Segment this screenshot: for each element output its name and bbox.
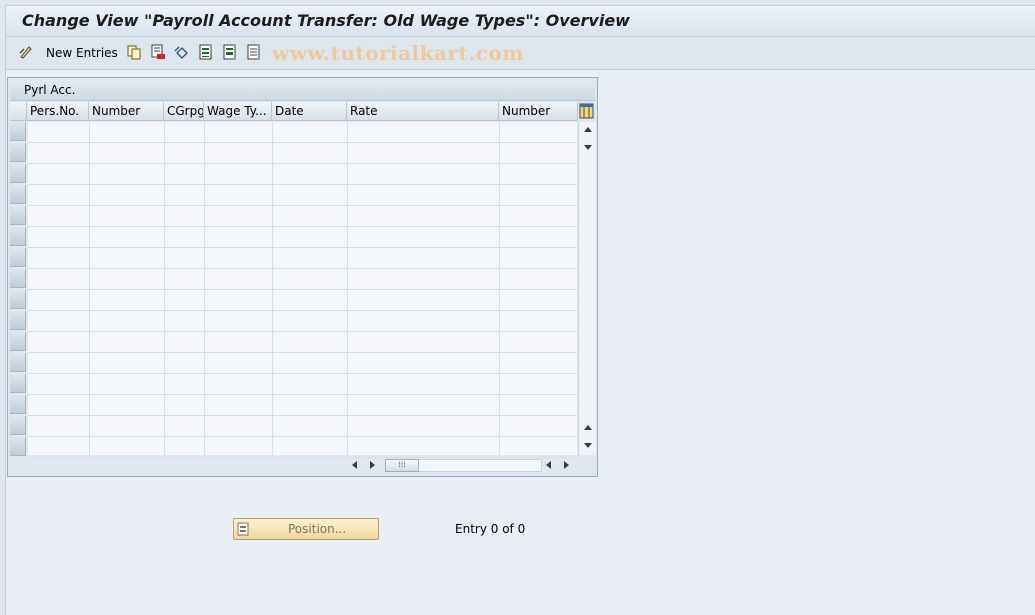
row-selector-button[interactable] — [10, 185, 26, 204]
table-row — [28, 289, 577, 290]
column-header-number-2[interactable]: Number — [499, 102, 578, 121]
column-header-cgrpg[interactable]: CGrpg — [164, 102, 204, 121]
delete-icon[interactable] — [150, 44, 166, 60]
table-row — [28, 331, 577, 332]
select-block-icon[interactable] — [222, 44, 238, 60]
table-row — [28, 184, 577, 185]
horizontal-scroll-thumb[interactable]: ⁞⁞⁞ — [385, 459, 419, 472]
row-selector-button[interactable] — [10, 353, 26, 372]
table-row — [28, 352, 577, 353]
watermark-text: www.tutorialkart.com — [272, 41, 524, 65]
table-row — [28, 226, 577, 227]
column-header-rate[interactable]: Rate — [347, 102, 499, 121]
column-divider — [499, 122, 500, 455]
page-down-icon[interactable] — [584, 443, 592, 448]
column-header-wage-type[interactable]: Wage Ty... — [204, 102, 272, 121]
table-row — [28, 436, 577, 437]
page-title: Change View "Payroll Account Transfer: O… — [22, 11, 630, 30]
table-title: Pyrl Acc. — [24, 83, 76, 97]
row-selector-button[interactable] — [10, 311, 26, 330]
column-settings-icon[interactable] — [579, 103, 594, 119]
new-entries-button[interactable]: New Entries — [38, 44, 118, 62]
row-selector-button[interactable] — [10, 395, 26, 414]
table-row — [28, 205, 577, 206]
undo-icon[interactable] — [174, 44, 190, 60]
select-all-icon[interactable] — [198, 44, 214, 60]
select-all-rows-button[interactable] — [10, 102, 27, 121]
row-selector-button[interactable] — [10, 248, 26, 267]
table-row — [28, 394, 577, 395]
scroll-down-icon[interactable] — [584, 145, 592, 150]
row-selector-button[interactable] — [10, 122, 26, 141]
column-header-number[interactable]: Number — [89, 102, 164, 121]
table-row — [28, 373, 577, 374]
column-divider — [272, 122, 273, 455]
vertical-scrollbar[interactable] — [578, 122, 596, 455]
row-selector-button[interactable] — [10, 416, 26, 435]
new-entries-label: New Entries — [46, 46, 118, 60]
entry-count: Entry 0 of 0 — [455, 522, 526, 536]
table-row — [28, 457, 577, 458]
title-bar: Change View "Payroll Account Transfer: O… — [6, 6, 1035, 37]
row-selector-button[interactable] — [10, 143, 26, 162]
row-selector-button[interactable] — [10, 269, 26, 288]
column-header-date[interactable]: Date — [272, 102, 347, 121]
column-divider — [204, 122, 205, 455]
scroll-up-icon[interactable] — [584, 127, 592, 132]
table-row — [28, 310, 577, 311]
column-divider — [164, 122, 165, 455]
table-title-bar: Pyrl Acc. — [10, 80, 595, 101]
display-change-icon[interactable] — [18, 44, 34, 60]
deselect-all-icon[interactable] — [246, 44, 262, 60]
row-selector-button[interactable] — [10, 206, 26, 225]
table-row — [28, 247, 577, 248]
scroll-left-end-icon[interactable] — [546, 461, 551, 469]
position-icon — [237, 522, 249, 536]
table-grid — [28, 122, 577, 458]
position-button[interactable]: Position... — [233, 518, 379, 540]
page-up-icon[interactable] — [584, 425, 592, 430]
position-button-label: Position... — [288, 522, 347, 536]
row-selector-button[interactable] — [10, 332, 26, 351]
row-selector-button[interactable] — [10, 164, 26, 183]
scroll-right-end-icon[interactable] — [564, 461, 569, 469]
row-selector-button[interactable] — [10, 374, 26, 393]
table-row — [28, 142, 577, 143]
row-selector-button[interactable] — [10, 227, 26, 246]
table-row — [28, 268, 577, 269]
column-divider — [347, 122, 348, 455]
row-selector-button[interactable] — [10, 290, 26, 309]
table-row — [28, 163, 577, 164]
row-selector-button[interactable] — [10, 437, 26, 456]
column-header-pers-no[interactable]: Pers.No. — [27, 102, 89, 121]
table-row — [28, 415, 577, 416]
scroll-left-icon[interactable] — [352, 461, 357, 469]
table-control: Pyrl Acc. Pers.No. Number CGrpg Wage Ty.… — [7, 77, 598, 477]
row-selector-column — [10, 122, 27, 456]
column-divider — [89, 122, 90, 455]
copy-icon[interactable] — [126, 44, 142, 60]
scroll-right-icon[interactable] — [370, 461, 375, 469]
